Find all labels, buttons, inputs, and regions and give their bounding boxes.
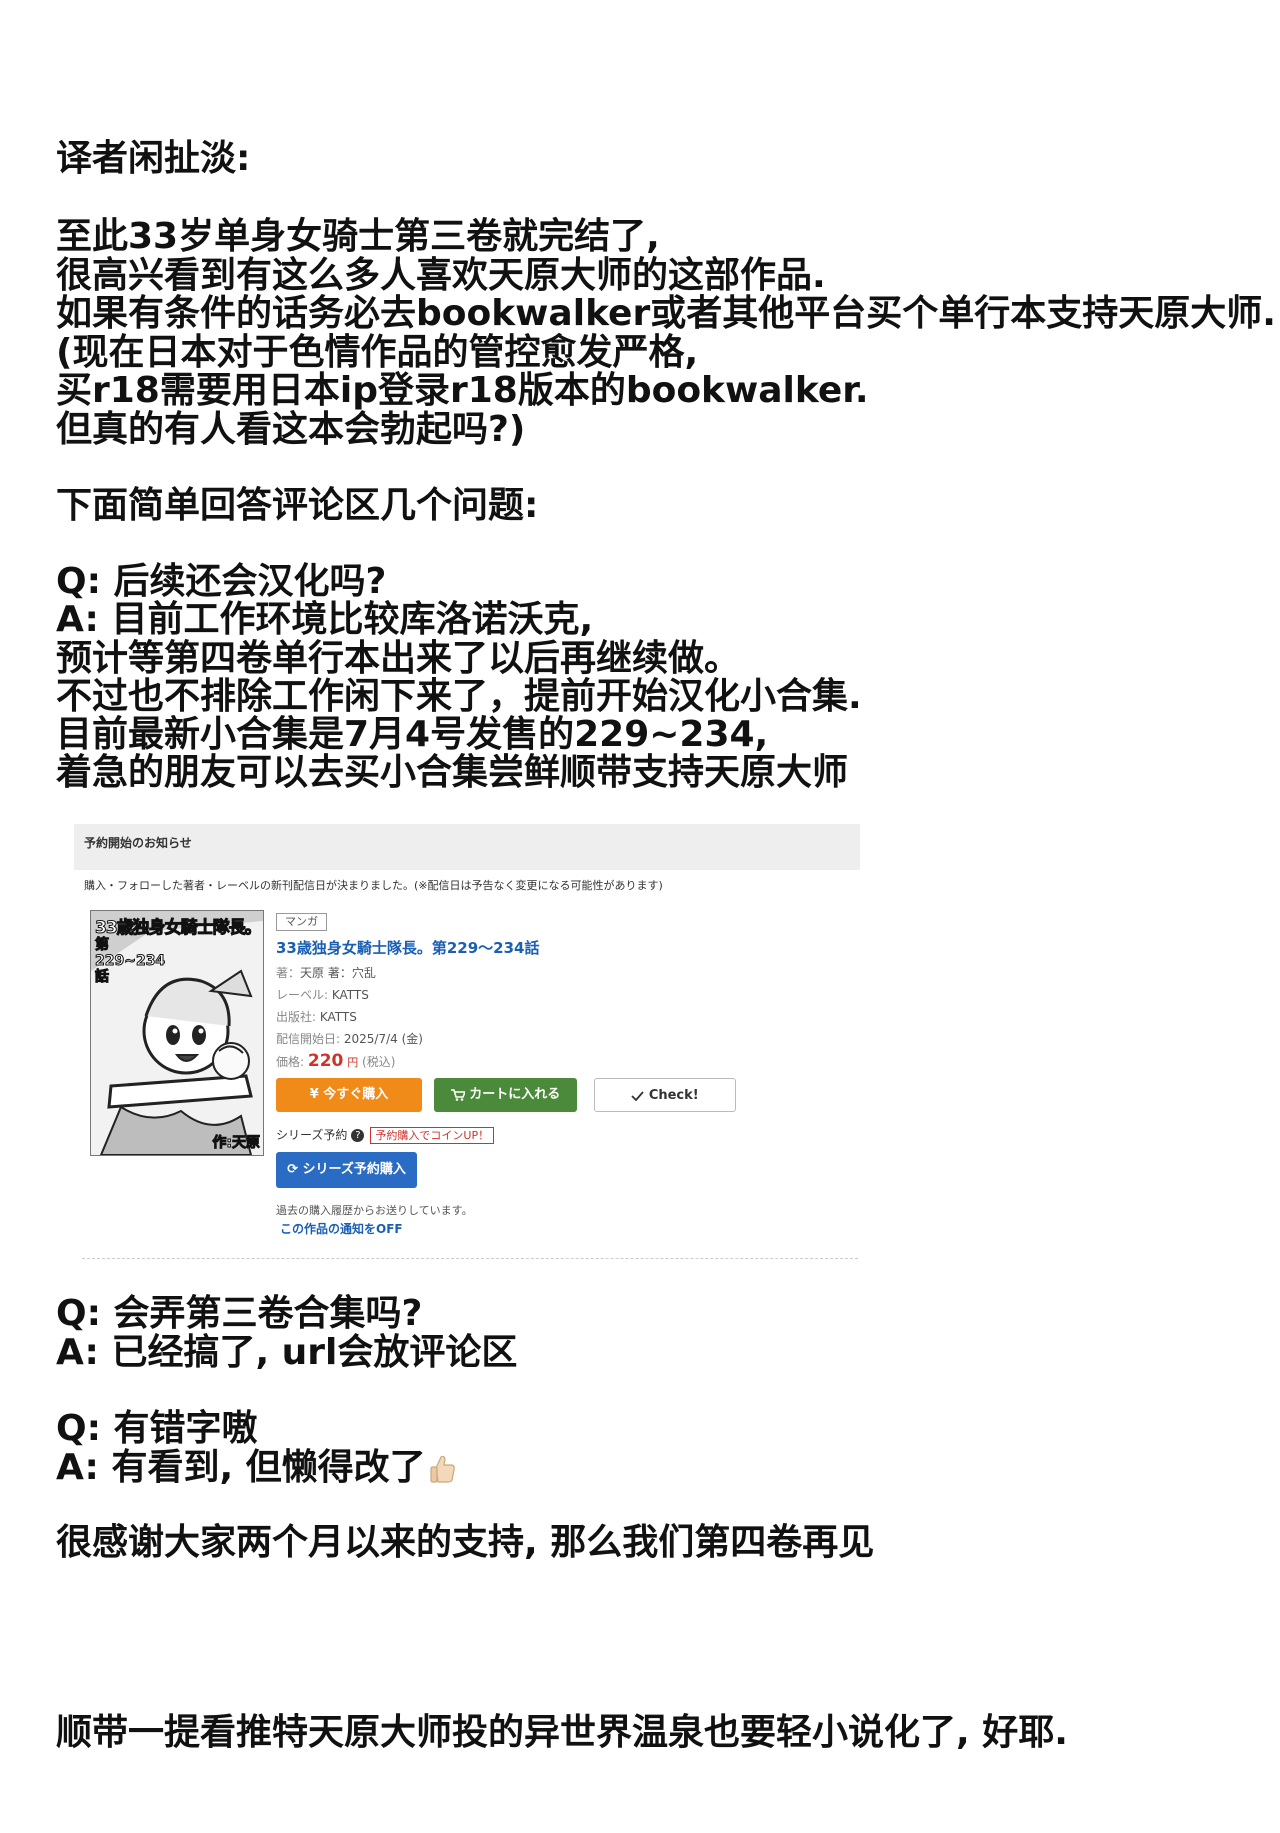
faq-answer-line: A: 目前工作环境比较库洛诺沃克, [56, 599, 594, 641]
faq-answer-line: 着急的朋友可以去买小合集尝鲜顺带支持天原大师 [56, 752, 849, 794]
series-reserve-buy-label: シリーズ予約購入 [302, 1162, 406, 1177]
help-icon[interactable]: ? [351, 1129, 365, 1142]
price-value: 220 [307, 1051, 344, 1071]
faq-item-translation: Q: 后续还会汉化吗? A: 目前工作环境比较库洛诺沃克, 预计等第四卷单行本出… [56, 561, 862, 794]
product-title-link[interactable]: 33歳独身女騎士隊長。第229～234話 [276, 937, 540, 958]
faq-answer-text: A: 有看到, 但懒得改了 [56, 1446, 426, 1488]
reservation-notice-text: 購入・フォローした著者・レーベルの新刊配信日が決まりました。(※配信日は予告なく… [84, 879, 663, 892]
closing-text: 很感谢大家两个月以来的支持, 那么我们第四卷再见 [56, 1522, 875, 1563]
faq-intro: 下面简单回答评论区几个问题: [56, 485, 539, 526]
footer-text: 顺带一提看推特天原大师投的异世界温泉也要轻小说化了, 好耶. [56, 1712, 1068, 1753]
paragraph-line: 很高兴看到有这么多人喜欢天原大师的这部作品. [56, 254, 826, 296]
coin-up-badge: 予約購入でコインUP！ [370, 1127, 495, 1144]
cover-chapters: 第229~234話 [95, 937, 166, 986]
thumbs-up-icon [430, 1455, 455, 1483]
series-reserve-button[interactable]: ⟳ シリーズ予約購入 [276, 1152, 417, 1188]
heading-text: 译者闲扯淡: [56, 138, 251, 179]
book-cover[interactable]: 33歳独身女騎士隊長。 第229~234話 作:天原 [90, 910, 264, 1156]
product-meta: 著：天原 著：穴乱 レーベル: KATTS 出版社: KATTS 配信開始日: … [276, 962, 540, 1074]
faq-item-typos: Q: 有错字嗷 A: 有看到, 但懒得改了 [56, 1408, 456, 1488]
buy-now-button[interactable]: ¥ 今すぐ購入 [276, 1078, 422, 1112]
price-tax: (税込) [362, 1055, 396, 1069]
cover-author: 作:天原 [212, 1135, 261, 1152]
footer-remark: 顺带一提看推特天原大师投的异世界温泉也要轻小说化了, 好耶. [56, 1712, 1068, 1753]
paragraph-line: 但真的有人看这本会勃起吗?) [56, 408, 526, 450]
label-key: レーベル: [276, 988, 329, 1002]
release-value: 2025/7/4 (金) [343, 1032, 423, 1046]
faq-question: Q: 有错字嗷 [56, 1408, 258, 1449]
store-screenshot: 予約開始のお知らせ 購入・フォローした著者・レーベルの新刊配信日が決まりました。… [72, 822, 862, 1260]
yen-icon: ¥ [309, 1087, 319, 1102]
checkmark-icon [631, 1090, 644, 1101]
label-value[interactable]: KATTS [332, 988, 369, 1002]
add-cart-label: カートに入れる [469, 1087, 561, 1102]
genre-tag: マンガ [276, 913, 327, 931]
faq-answer-line: A: 有看到, 但懒得改了 [56, 1446, 456, 1488]
faq-answer-line: 预计等第四卷单行本出来了以后再继续做。 [56, 637, 741, 679]
completion-paragraph: 至此33岁单身女骑士第三卷就完结了, 很高兴看到有这么多人喜欢天原大师的这部作品… [56, 216, 1276, 450]
notify-off-link[interactable]: この作品の通知をOFF [280, 1220, 403, 1237]
faq-intro-text: 下面简单回答评论区几个问题: [56, 485, 539, 526]
faq-answer-line: 不过也不排除工作闲下来了，提前开始汉化小合集. [56, 675, 862, 717]
closing-remark: 很感谢大家两个月以来的支持, 那么我们第四卷再见 [56, 1522, 875, 1563]
series-reserve-label: シリーズ予約 [276, 1128, 348, 1142]
faq-answer-line: A: 已经搞了, url会放评论区 [56, 1331, 518, 1373]
label-row: レーベル: KATTS [276, 984, 540, 1006]
check-label: Check! [648, 1088, 699, 1103]
price-key: 価格: [276, 1055, 305, 1069]
release-key: 配信開始日: [276, 1032, 341, 1046]
add-to-cart-button[interactable]: カートに入れる [434, 1078, 577, 1112]
cover-title: 33歳独身女騎士隊長。 [95, 918, 263, 939]
price-row: 価格: 220 円 (税込) [276, 1050, 540, 1074]
publisher-value[interactable]: KATTS [320, 1010, 357, 1024]
product-info: マンガ 33歳独身女騎士隊長。第229～234話 著：天原 著：穴乱 レーベル:… [276, 910, 540, 1074]
author-row: 著：天原 著：穴乱 [276, 962, 540, 984]
faq-item-compilation: Q: 会弄第三卷合集吗? A: 已经搞了, url会放评论区 [56, 1293, 518, 1373]
series-icon: ⟳ [287, 1162, 298, 1177]
store-divider [82, 1258, 858, 1259]
author-value[interactable]: 天原 著：穴乱 [300, 966, 376, 980]
faq-question: Q: 会弄第三卷合集吗? [56, 1293, 423, 1334]
cart-icon [450, 1088, 466, 1101]
translator-note-heading: 译者闲扯淡: [56, 138, 251, 179]
purchase-history-note: 過去の購入履歴からお送りしています。 [276, 1204, 473, 1217]
paragraph-line: 如果有条件的话务必去bookwalker或者其他平台买个单行本支持天原大师. [56, 293, 1276, 334]
price-unit: 円 [347, 1056, 359, 1069]
paragraph-line: 买r18需要用日本ip登录r18版本的bookwalker. [56, 370, 869, 411]
publisher-key: 出版社: [276, 1010, 317, 1024]
paragraph-line: 至此33岁单身女骑士第三卷就完结了, [56, 216, 660, 257]
faq-question: Q: 后续还会汉化吗? [56, 561, 387, 602]
series-reserve-row: シリーズ予約? 予約購入でコインUP！ [276, 1126, 495, 1144]
publisher-row: 出版社: KATTS [276, 1006, 540, 1028]
paragraph-line: (现在日本对于色情作品的管控愈发严格, [56, 331, 699, 373]
faq-answer-line: 目前最新小合集是7月4号发售的229~234, [56, 714, 769, 756]
author-key: 著： [276, 966, 301, 980]
reservation-notice-header: 予約開始のお知らせ [74, 824, 860, 870]
release-row: 配信開始日: 2025/7/4 (金) [276, 1028, 540, 1050]
buy-now-label: 今すぐ購入 [323, 1087, 389, 1102]
check-button[interactable]: Check! [594, 1078, 736, 1112]
